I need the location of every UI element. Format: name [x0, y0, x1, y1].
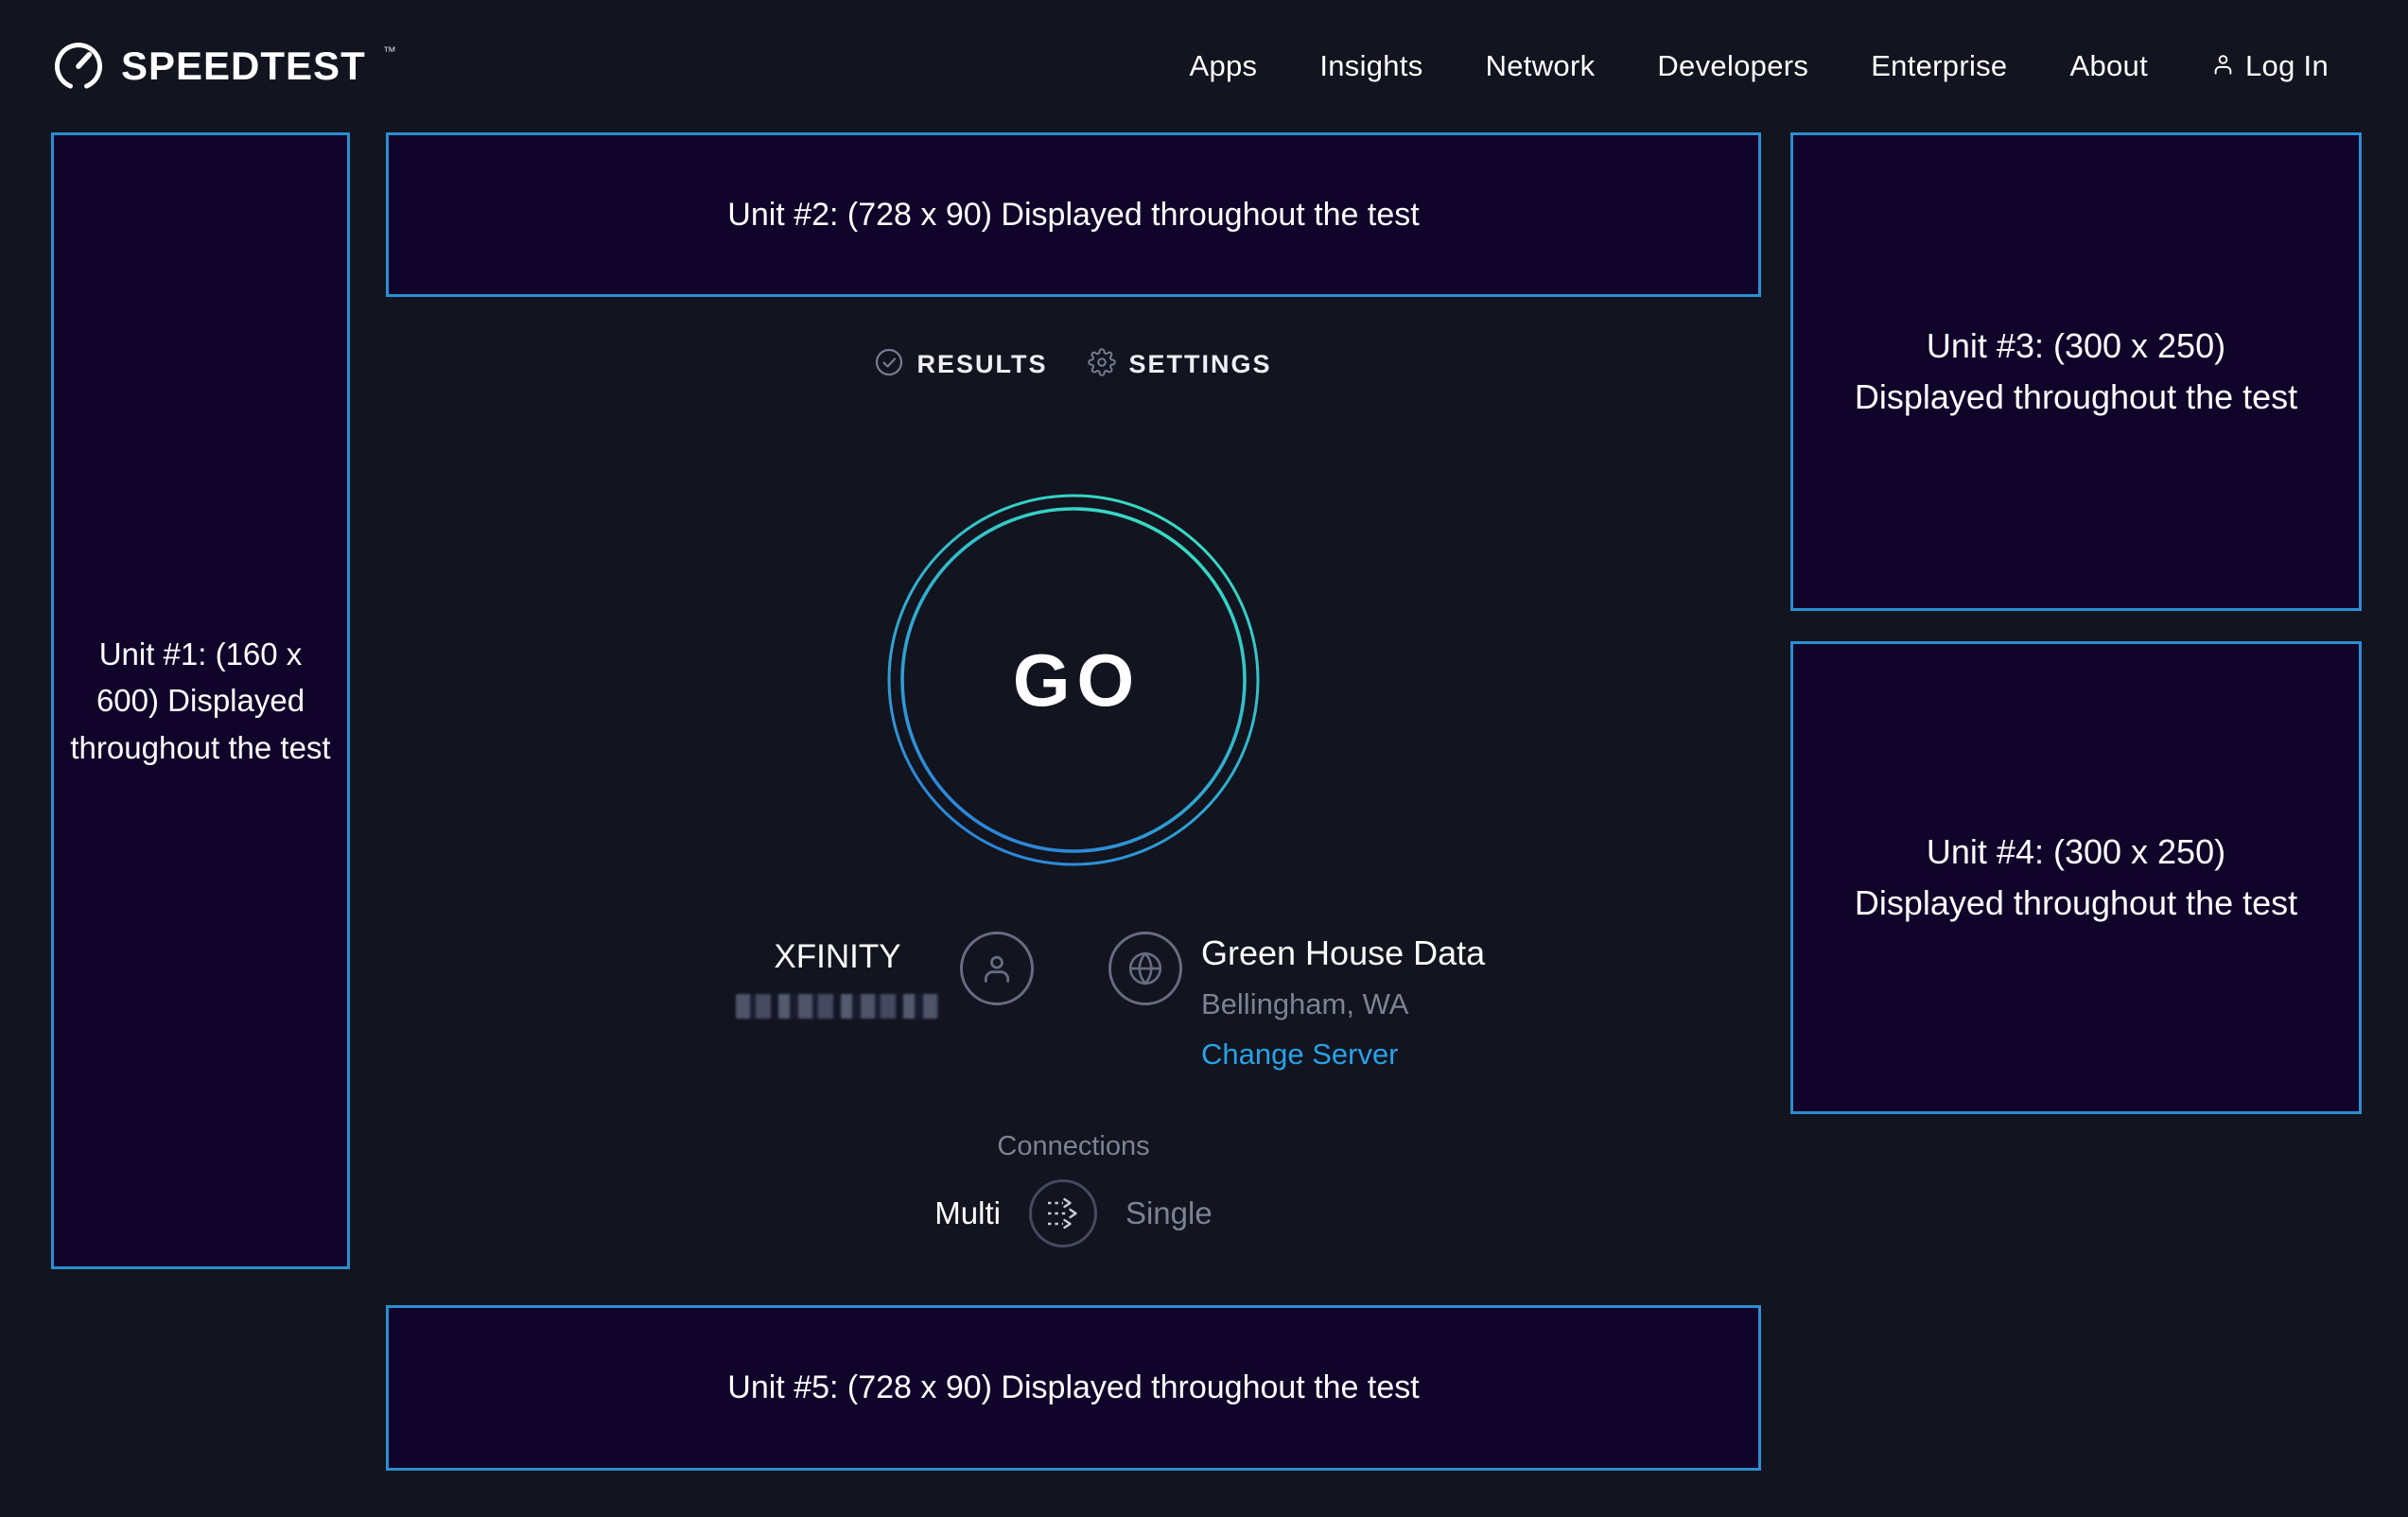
connections-option-multi[interactable]: Multi: [934, 1195, 1001, 1231]
login-label: Log In: [2245, 49, 2329, 83]
check-circle-icon: [875, 348, 903, 381]
isp-name: XFINITY: [774, 938, 900, 976]
nav-item-apps[interactable]: Apps: [1189, 49, 1257, 83]
ad-unit-1[interactable]: Unit #1: (160 x 600) Displayed throughou…: [51, 132, 350, 1269]
globe-icon: [1108, 932, 1182, 1005]
ad-unit-4[interactable]: Unit #4: (300 x 250) Displayed throughou…: [1790, 641, 2362, 1114]
ad-unit-3-label: Unit #3: (300 x 250) Displayed throughou…: [1854, 321, 2298, 423]
login-button[interactable]: Log In: [2210, 49, 2329, 83]
nav-item-network[interactable]: Network: [1486, 49, 1596, 83]
speedometer-icon: [51, 37, 106, 96]
masked-ip-address: [736, 994, 939, 1019]
gear-icon: [1088, 348, 1116, 381]
top-nav: SPEEDTEST ™ Apps Insights Network Develo…: [0, 0, 2408, 132]
ad-unit-5-label: Unit #5: (728 x 90) Displayed throughout…: [727, 1369, 1419, 1406]
user-icon: [2210, 51, 2236, 81]
go-button[interactable]: GO: [887, 494, 1260, 866]
go-button-label: GO: [887, 494, 1260, 866]
ad-unit-4-label: Unit #4: (300 x 250) Displayed throughou…: [1854, 827, 2298, 929]
speedtest-logo[interactable]: SPEEDTEST ™: [51, 37, 396, 96]
ad-unit-2[interactable]: Unit #2: (728 x 90) Displayed throughout…: [386, 132, 1761, 297]
connections-toggle[interactable]: [1029, 1179, 1097, 1247]
tab-settings[interactable]: SETTINGS: [1088, 348, 1272, 381]
ad-unit-5[interactable]: Unit #5: (728 x 90) Displayed throughout…: [386, 1305, 1761, 1471]
change-server-link[interactable]: Change Server: [1201, 1037, 1399, 1072]
ad-unit-3[interactable]: Unit #3: (300 x 250) Displayed throughou…: [1790, 132, 2362, 611]
server-name: Green House Data: [1201, 933, 1485, 973]
ad-unit-2-label: Unit #2: (728 x 90) Displayed throughout…: [727, 197, 1419, 234]
nav-item-developers[interactable]: Developers: [1657, 49, 1808, 83]
isp-user-icon: [960, 932, 1034, 1005]
nav-item-enterprise[interactable]: Enterprise: [1871, 49, 2007, 83]
isp-block: XFINITY: [736, 932, 1034, 1019]
nav-item-insights[interactable]: Insights: [1319, 49, 1422, 83]
ad-unit-1-label: Unit #1: (160 x 600) Displayed throughou…: [65, 631, 336, 772]
connections-toggle-row: Multi Single: [386, 1179, 1761, 1247]
nav-menu: Apps Insights Network Developers Enterpr…: [1189, 49, 2329, 83]
view-tabs: RESULTS SETTINGS: [386, 340, 1761, 388]
logo-wordmark: SPEEDTEST: [121, 44, 366, 89]
server-location: Bellingham, WA: [1201, 987, 1408, 1021]
multi-arrows-icon: [1042, 1193, 1084, 1234]
server-block: Green House Data Bellingham, WA Change S…: [1108, 932, 1485, 1072]
tab-settings-label: SETTINGS: [1129, 350, 1272, 379]
trademark-mark: ™: [383, 44, 396, 59]
nav-item-about[interactable]: About: [2069, 49, 2148, 83]
tab-results[interactable]: RESULTS: [875, 348, 1047, 381]
connections-option-single[interactable]: Single: [1125, 1195, 1213, 1231]
tab-results-label: RESULTS: [916, 350, 1047, 379]
connections-label: Connections: [386, 1131, 1761, 1162]
